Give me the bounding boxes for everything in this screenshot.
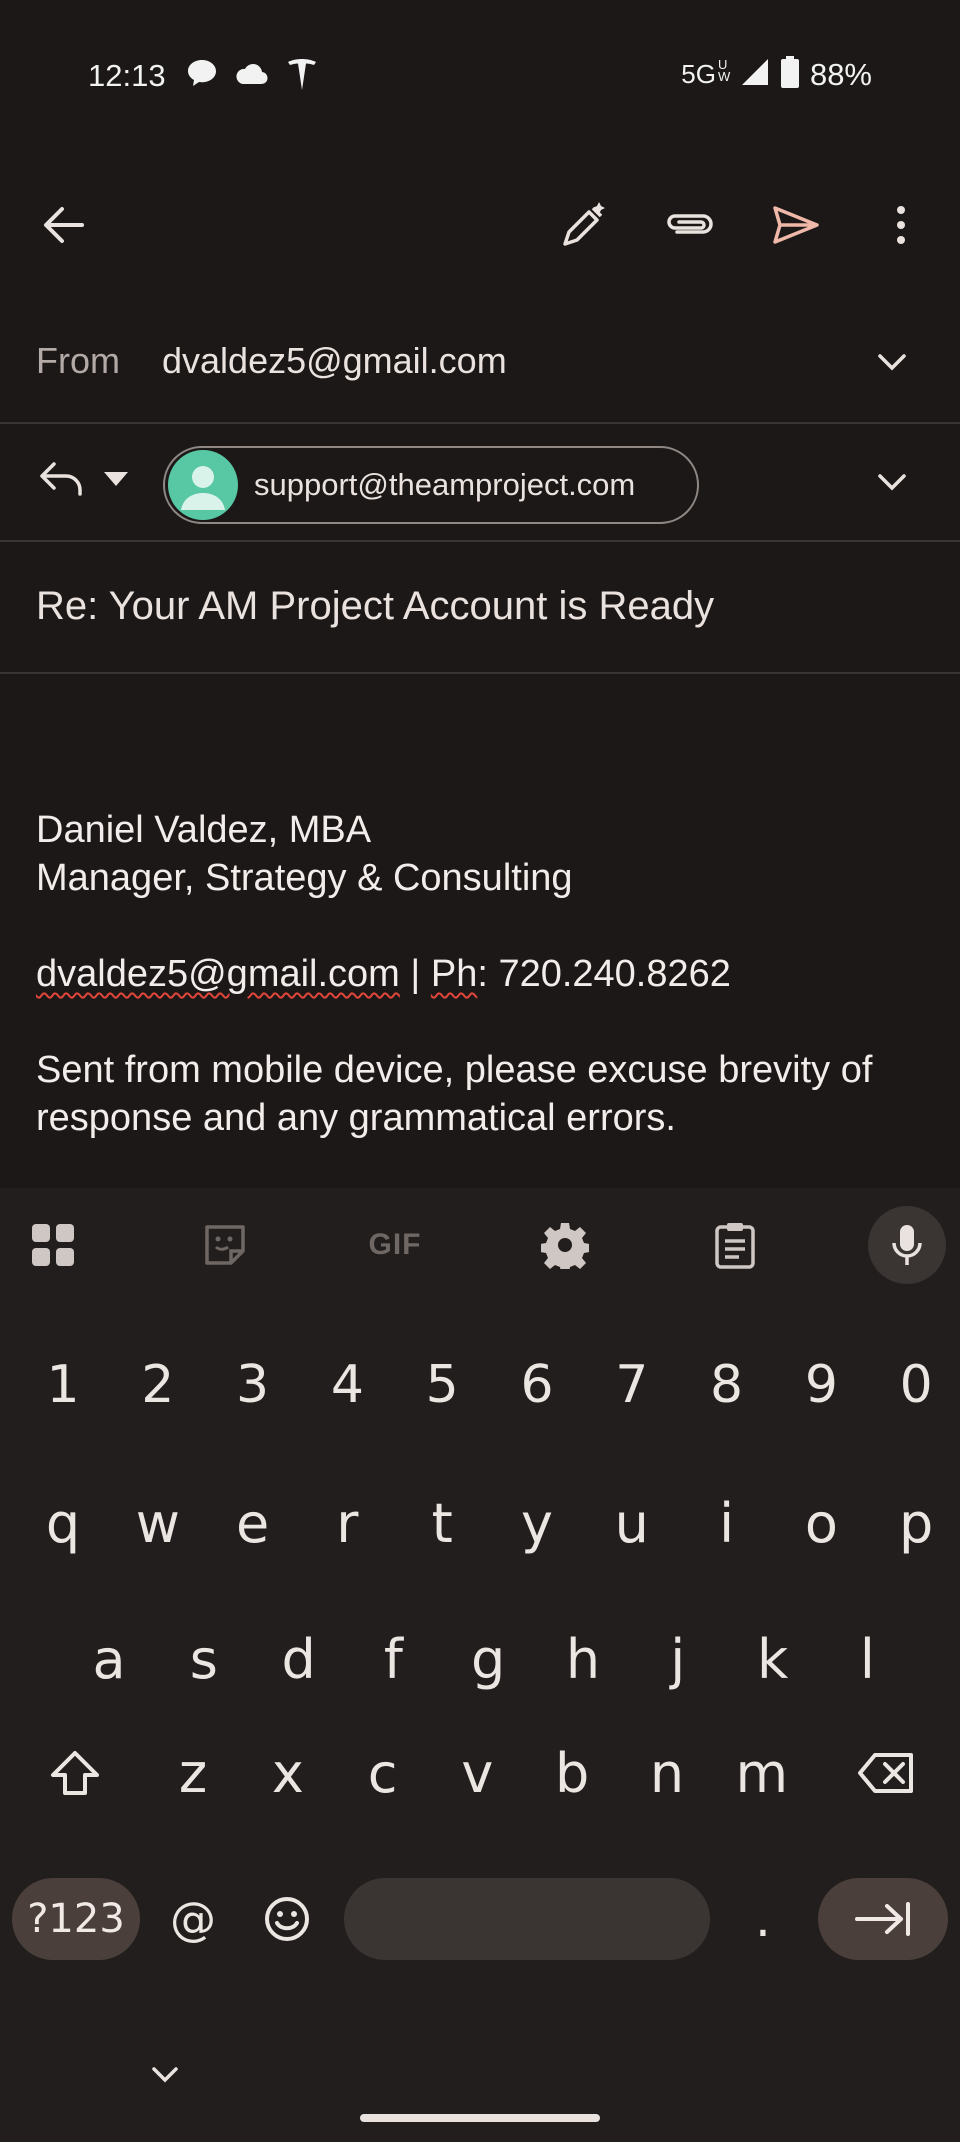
number-key-0[interactable]: 0 [871, 1340, 960, 1430]
letter-key-o[interactable]: o [776, 1468, 866, 1578]
number-key-5[interactable]: 5 [397, 1340, 487, 1430]
more-vert-icon[interactable] [871, 195, 931, 255]
subject-field[interactable]: Re: Your AM Project Account is Ready [36, 584, 714, 629]
avatar [168, 450, 238, 520]
letter-key-x[interactable]: x [243, 1718, 333, 1828]
space-bar[interactable] [344, 1878, 710, 1960]
letter-key-j[interactable]: j [633, 1604, 723, 1714]
from-row[interactable]: From dvaldez5@gmail.com [0, 300, 960, 424]
compose-toolbar [0, 180, 960, 270]
letter-key-d[interactable]: d [254, 1604, 344, 1714]
sticker-icon[interactable] [190, 1210, 260, 1280]
clipboard-icon[interactable] [700, 1210, 770, 1280]
recipient-chip[interactable]: support@theamproject.com [163, 446, 699, 524]
letter-key-q[interactable]: q [18, 1468, 108, 1578]
signature-name: Daniel Valdez, MBA [36, 809, 372, 851]
disclaimer-line-2: response and any grammatical errors. [36, 1097, 676, 1139]
letter-key-p[interactable]: p [871, 1468, 960, 1578]
gear-icon[interactable] [530, 1210, 600, 1280]
letter-key-n[interactable]: n [622, 1718, 712, 1828]
status-time: 12:13 [88, 58, 166, 93]
letter-key-l[interactable]: l [822, 1604, 912, 1714]
contact-email: dvaldez5@gmail.com [36, 953, 400, 995]
cloud-icon [234, 62, 268, 91]
status-right: 5G UW 88% [681, 56, 872, 93]
period-key[interactable]: . [728, 1878, 798, 1960]
number-key-2[interactable]: 2 [113, 1340, 203, 1430]
battery-percent: 88% [809, 56, 872, 92]
number-key-9[interactable]: 9 [776, 1340, 866, 1430]
status-bar: 12:13 5G UW 88% [0, 0, 960, 150]
network-indicator: 5G UW [681, 57, 731, 89]
letter-key-r[interactable]: r [302, 1468, 392, 1578]
message-body[interactable]: Daniel Valdez, MBA Manager, Strategy & C… [36, 806, 936, 1142]
caret-down-icon[interactable] [104, 472, 128, 491]
chat-bubble-icon [186, 58, 218, 93]
letter-key-w[interactable]: w [113, 1468, 203, 1578]
number-key-8[interactable]: 8 [682, 1340, 772, 1430]
letter-key-h[interactable]: h [538, 1604, 628, 1714]
number-key-3[interactable]: 3 [208, 1340, 298, 1430]
microphone-icon[interactable] [868, 1206, 946, 1284]
paperclip-icon[interactable] [659, 195, 719, 255]
letter-key-v[interactable]: v [432, 1718, 522, 1828]
back-arrow-icon[interactable] [33, 195, 93, 255]
to-row[interactable]: support@theamproject.com [0, 424, 960, 542]
at-key[interactable]: @ [158, 1878, 228, 1960]
hide-keyboard-chevron-icon[interactable] [148, 2064, 182, 2091]
pencil-sparkle-icon[interactable] [553, 195, 613, 255]
chevron-down-icon[interactable] [872, 462, 912, 502]
signature-title: Manager, Strategy & Consulting [36, 857, 573, 899]
number-key-6[interactable]: 6 [492, 1340, 582, 1430]
shift-key[interactable] [40, 1738, 110, 1808]
recipient-address: support@theamproject.com [254, 467, 636, 502]
apps-grid-icon[interactable] [18, 1210, 88, 1280]
letter-key-i[interactable]: i [682, 1468, 772, 1578]
letter-key-u[interactable]: u [587, 1468, 677, 1578]
letter-key-k[interactable]: k [728, 1604, 818, 1714]
send-icon[interactable] [766, 195, 826, 255]
number-key-1[interactable]: 1 [18, 1340, 108, 1430]
letter-key-g[interactable]: g [443, 1604, 533, 1714]
letter-key-y[interactable]: y [492, 1468, 582, 1578]
keyboard: GIF 1234567890 qwertyuiop asdfghjkl zxcv… [0, 1188, 960, 2142]
emoji-icon[interactable] [252, 1878, 322, 1960]
number-key-7[interactable]: 7 [587, 1340, 677, 1430]
letter-key-s[interactable]: s [159, 1604, 249, 1714]
gif-button[interactable]: GIF [360, 1210, 430, 1280]
letter-key-e[interactable]: e [208, 1468, 298, 1578]
number-key-4[interactable]: 4 [302, 1340, 392, 1430]
subject-row[interactable]: Re: Your AM Project Account is Ready [0, 542, 960, 674]
home-indicator[interactable] [360, 2114, 600, 2122]
signature-contact: dvaldez5@gmail.com | Ph: 720.240.8262 [36, 953, 731, 995]
letter-key-b[interactable]: b [527, 1718, 617, 1828]
letter-key-m[interactable]: m [717, 1718, 807, 1828]
backspace-key[interactable] [846, 1738, 926, 1808]
letter-key-f[interactable]: f [348, 1604, 438, 1714]
chevron-down-icon[interactable] [872, 342, 912, 382]
letter-key-a[interactable]: a [64, 1604, 154, 1714]
from-label: From [36, 340, 120, 381]
tab-key[interactable] [818, 1878, 948, 1960]
from-address[interactable]: dvaldez5@gmail.com [162, 340, 507, 382]
tesla-icon [286, 58, 318, 97]
symbols-key[interactable]: ?123 [12, 1878, 140, 1960]
battery-icon [780, 56, 800, 93]
reply-icon[interactable] [38, 460, 84, 503]
signal-icon [740, 57, 770, 92]
contact-phone: : 720.240.8262 [477, 953, 731, 995]
letter-key-c[interactable]: c [338, 1718, 428, 1828]
letter-key-t[interactable]: t [397, 1468, 487, 1578]
keyboard-toolbar: GIF [0, 1188, 960, 1298]
disclaimer-line-1: Sent from mobile device, please excuse b… [36, 1049, 873, 1091]
letter-key-z[interactable]: z [148, 1718, 238, 1828]
